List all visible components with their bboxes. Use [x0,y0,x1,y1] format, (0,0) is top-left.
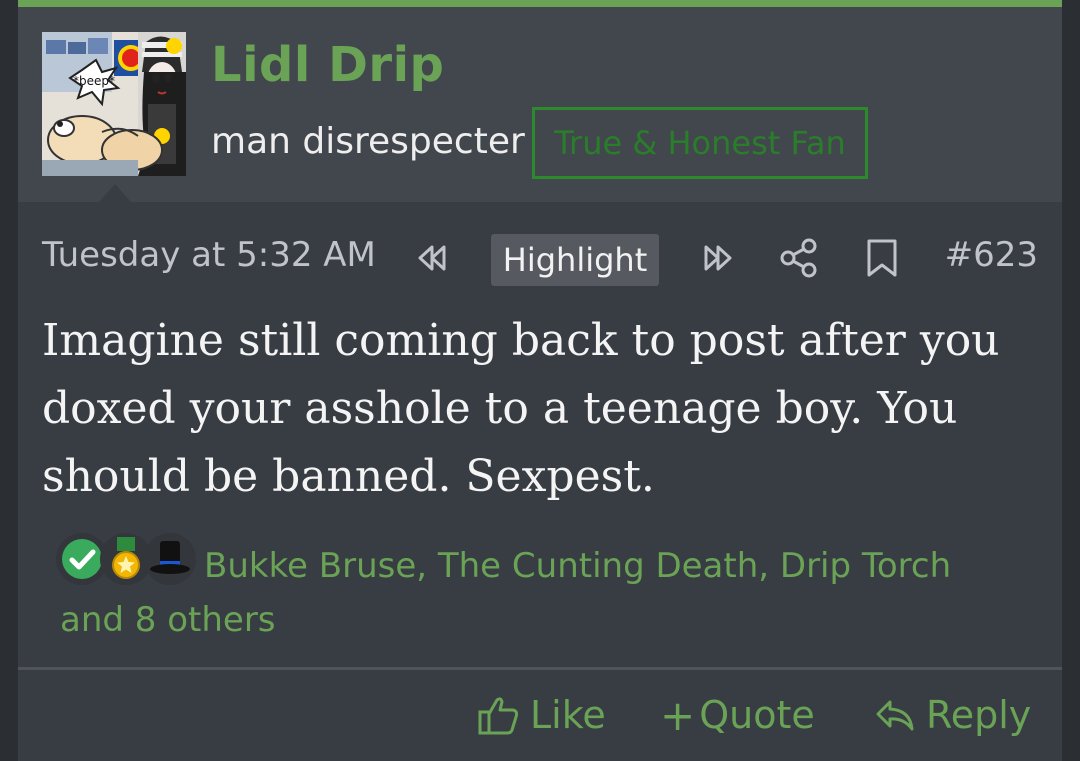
header-pointer [99,184,131,202]
previous-highlight-icon[interactable] [410,237,452,283]
highlight-badge[interactable]: Highlight [491,234,659,286]
avatar-image: *beep* [42,32,186,176]
share-icon[interactable] [778,237,820,283]
like-label: Like [530,693,606,737]
reply-icon [876,700,914,731]
user-title: man disrespecter [211,121,525,162]
post-timestamp[interactable]: Tuesday at 5:32 AM [42,235,376,275]
footer-divider [18,667,1062,670]
thumbs-up-icon [478,697,519,735]
plus-icon: + [660,690,696,740]
quote-label: Quote [699,693,815,737]
user-header: *beep* Lidl Drip man disrespecter True &… [18,7,1062,202]
user-avatar[interactable]: *beep* [42,32,186,176]
reply-label: Reply [926,693,1032,737]
post-container: *beep* Lidl Drip man disrespecter True &… [18,0,1062,761]
bookmark-icon[interactable] [861,237,903,283]
like-button[interactable]: Like [476,687,606,743]
reply-button[interactable]: Reply [872,687,1031,743]
avatar-caption: *beep* [73,74,115,88]
user-banner: True & Honest Fan [532,107,868,179]
post-meta: Tuesday at 5:32 AM Highlight #623 [18,227,1062,287]
post-body: Imagine still coming back to post after … [42,315,1000,502]
username[interactable]: Lidl Drip [211,37,444,93]
next-highlight-icon[interactable] [698,237,740,283]
reaction-summary[interactable]: Bukke Bruse, The Cunting Death, Drip Tor… [60,539,1020,647]
quote-button[interactable]: + Quote [660,687,815,743]
post-number[interactable]: #623 [945,235,1038,275]
